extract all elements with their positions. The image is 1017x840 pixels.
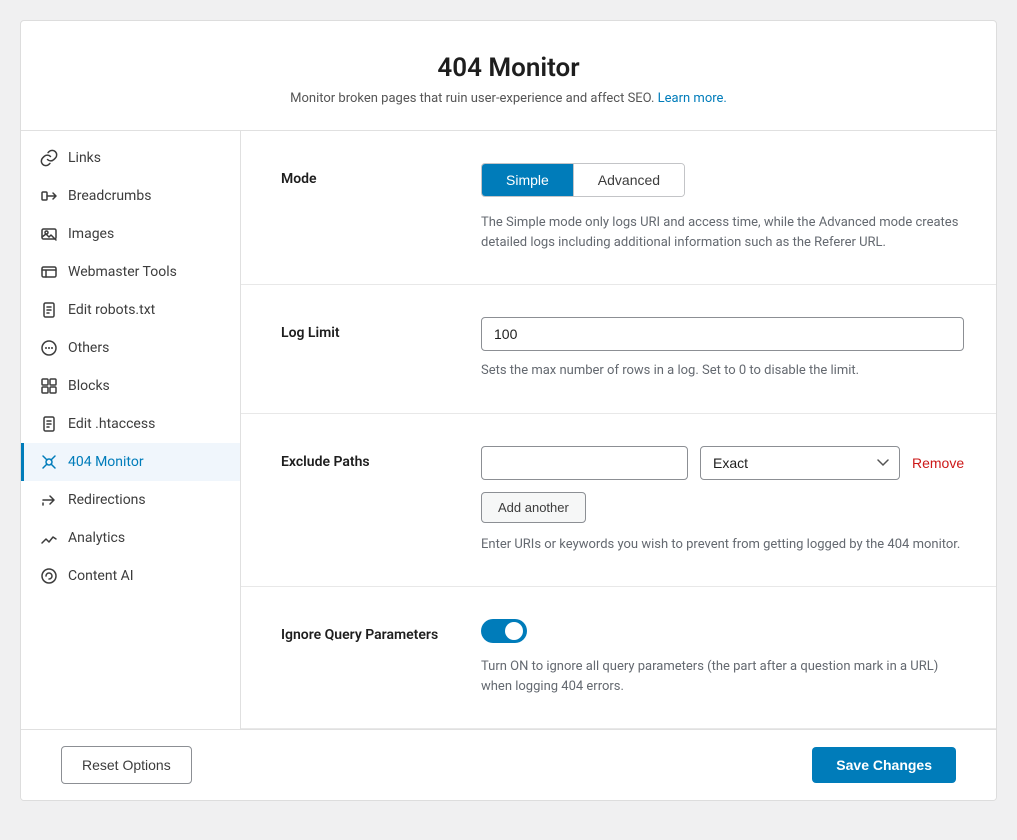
sidebar-label-content-ai: Content AI xyxy=(68,568,134,584)
webmaster-icon xyxy=(40,263,58,281)
page-title: 404 Monitor xyxy=(41,53,976,83)
page-description: Monitor broken pages that ruin user-expe… xyxy=(41,91,976,106)
log-limit-help-text: Sets the max number of rows in a log. Se… xyxy=(481,361,964,381)
ignore-query-toggle[interactable] xyxy=(481,619,527,643)
remove-path-button[interactable]: Remove xyxy=(912,455,964,471)
content-area: Mode Simple Advanced The Simple mode onl… xyxy=(241,131,997,729)
sidebar-item-content-ai[interactable]: Content AI xyxy=(21,557,240,595)
toggle-container xyxy=(481,619,964,643)
app-container: 404 Monitor Monitor broken pages that ru… xyxy=(20,20,997,801)
sidebar-label-htaccess: Edit .htaccess xyxy=(68,416,155,432)
breadcrumbs-icon xyxy=(40,187,58,205)
log-limit-input[interactable] xyxy=(481,317,964,351)
sidebar-item-404-monitor[interactable]: 404 Monitor xyxy=(21,443,240,481)
sidebar-item-others[interactable]: Others xyxy=(21,329,240,367)
ignore-query-control: Turn ON to ignore all query parameters (… xyxy=(481,619,964,696)
toggle-slider xyxy=(481,619,527,643)
ignore-query-row: Ignore Query Parameters Turn ON to ignor… xyxy=(281,619,964,696)
ignore-query-section: Ignore Query Parameters Turn ON to ignor… xyxy=(241,587,997,729)
sidebar-item-htaccess[interactable]: Edit .htaccess xyxy=(21,405,240,443)
sidebar-item-redirections[interactable]: Redirections xyxy=(21,481,240,519)
sidebar-item-webmaster-tools[interactable]: Webmaster Tools xyxy=(21,253,240,291)
mode-toggle-group: Simple Advanced xyxy=(481,163,685,197)
main-layout: Links Breadcrumbs Images Webmaster Tools xyxy=(21,131,996,729)
exclude-path-select[interactable]: Exact Contains Starts With Ends With Reg… xyxy=(700,446,900,480)
add-another-button[interactable]: Add another xyxy=(481,492,586,523)
images-icon xyxy=(40,225,58,243)
exclude-paths-label: Exclude Paths xyxy=(281,446,441,470)
exclude-paths-row: Exclude Paths Exact Contains Starts With… xyxy=(281,446,964,555)
log-limit-control: Sets the max number of rows in a log. Se… xyxy=(481,317,964,381)
sidebar-label-redirections: Redirections xyxy=(68,492,146,508)
exclude-path-input[interactable] xyxy=(481,446,688,480)
mode-label: Mode xyxy=(281,163,441,187)
sidebar-label-webmaster: Webmaster Tools xyxy=(68,264,177,280)
page-header: 404 Monitor Monitor broken pages that ru… xyxy=(21,21,996,131)
sidebar-item-links[interactable]: Links xyxy=(21,139,240,177)
links-icon xyxy=(40,149,58,167)
mode-simple-button[interactable]: Simple xyxy=(482,164,574,196)
mode-control: Simple Advanced The Simple mode only log… xyxy=(481,163,964,252)
blocks-icon xyxy=(40,377,58,395)
sidebar-item-images[interactable]: Images xyxy=(21,215,240,253)
ignore-query-help-text: Turn ON to ignore all query parameters (… xyxy=(481,657,964,696)
sidebar-label-breadcrumbs: Breadcrumbs xyxy=(68,188,151,204)
exclude-paths-control: Exact Contains Starts With Ends With Reg… xyxy=(481,446,964,555)
log-limit-row: Log Limit Sets the max number of rows in… xyxy=(281,317,964,381)
mode-help-text: The Simple mode only logs URI and access… xyxy=(481,213,964,252)
analytics-icon xyxy=(40,529,58,547)
sidebar: Links Breadcrumbs Images Webmaster Tools xyxy=(21,131,241,729)
monitor-icon xyxy=(40,453,58,471)
exclude-path-row-1: Exact Contains Starts With Ends With Reg… xyxy=(481,446,964,480)
redirections-icon xyxy=(40,491,58,509)
sidebar-label-images: Images xyxy=(68,226,114,242)
mode-row: Mode Simple Advanced The Simple mode onl… xyxy=(281,163,964,252)
sidebar-label-404-monitor: 404 Monitor xyxy=(68,454,144,470)
save-changes-button[interactable]: Save Changes xyxy=(812,747,956,783)
sidebar-label-blocks: Blocks xyxy=(68,378,110,394)
sidebar-label-robots: Edit robots.txt xyxy=(68,302,155,318)
robots-icon xyxy=(40,301,58,319)
ignore-query-label: Ignore Query Parameters xyxy=(281,619,441,643)
reset-options-button[interactable]: Reset Options xyxy=(61,746,192,784)
mode-section: Mode Simple Advanced The Simple mode onl… xyxy=(241,131,997,285)
mode-advanced-button[interactable]: Advanced xyxy=(574,164,684,196)
others-icon xyxy=(40,339,58,357)
exclude-paths-section: Exclude Paths Exact Contains Starts With… xyxy=(241,414,997,588)
exclude-paths-help-text: Enter URIs or keywords you wish to preve… xyxy=(481,535,964,555)
sidebar-label-links: Links xyxy=(68,150,101,166)
content-ai-icon xyxy=(40,567,58,585)
sidebar-item-breadcrumbs[interactable]: Breadcrumbs xyxy=(21,177,240,215)
log-limit-label: Log Limit xyxy=(281,317,441,341)
sidebar-item-edit-robots[interactable]: Edit robots.txt xyxy=(21,291,240,329)
learn-more-link[interactable]: Learn more. xyxy=(658,91,727,106)
sidebar-item-analytics[interactable]: Analytics xyxy=(21,519,240,557)
htaccess-icon xyxy=(40,415,58,433)
sidebar-label-analytics: Analytics xyxy=(68,530,125,546)
sidebar-item-blocks[interactable]: Blocks xyxy=(21,367,240,405)
sidebar-label-others: Others xyxy=(68,340,109,356)
log-limit-section: Log Limit Sets the max number of rows in… xyxy=(241,285,997,414)
footer-bar: Reset Options Save Changes xyxy=(21,729,996,800)
